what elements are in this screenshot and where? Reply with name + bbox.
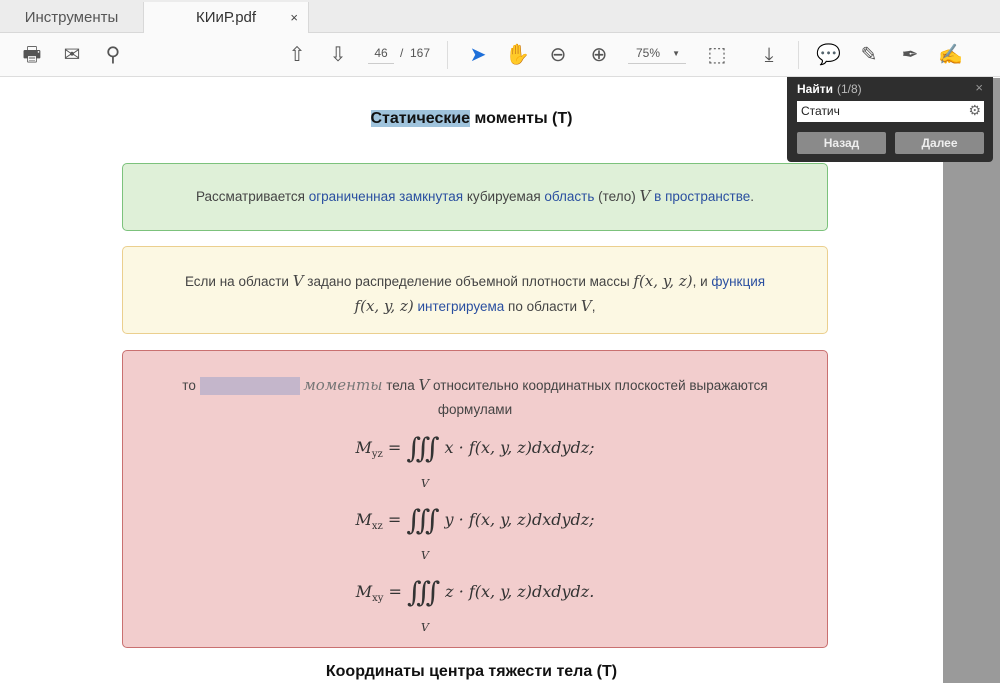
math: V bbox=[580, 297, 592, 315]
find-title: Найти bbox=[797, 82, 833, 96]
text: Если на области bbox=[184, 274, 293, 289]
rhs: y · f(x, y, z)dxdydz; bbox=[444, 510, 595, 529]
zoom-out-icon[interactable]: ⊖ bbox=[546, 43, 570, 67]
toolbar: 🖶 ✉ ⚲ ⇧ ⇩ 46 / 167 ➤ ✋ ⊖ ⊕ 75% ▼ ⬚ ⤓ 💬 ✎ … bbox=[0, 33, 1000, 77]
fit-page-icon[interactable]: ⬚ bbox=[705, 43, 729, 67]
text: по области bbox=[504, 299, 581, 314]
scroll-mode-icon[interactable]: ⤓ bbox=[757, 43, 781, 67]
highlight-icon[interactable]: ✎ bbox=[857, 43, 881, 67]
search-zoom-icon[interactable]: ⚲ bbox=[101, 43, 125, 67]
lhs: M bbox=[355, 582, 373, 601]
text: , и bbox=[692, 274, 712, 289]
formula-box: то моменты тела V относительно координат… bbox=[122, 350, 828, 648]
tab-document-label: КИиР.pdf bbox=[195, 9, 257, 26]
formula-myz: Myz = ∭ x · f(x, y, z)dxdydz; V bbox=[123, 434, 827, 494]
next-page-icon[interactable]: ⇩ bbox=[326, 43, 350, 67]
math: V bbox=[418, 376, 430, 394]
math: моменты bbox=[303, 376, 383, 394]
link[interactable]: область bbox=[544, 189, 594, 204]
text: . bbox=[750, 189, 755, 204]
find-input[interactable]: Статич ⚙ bbox=[797, 101, 984, 122]
close-icon[interactable]: × bbox=[975, 80, 983, 95]
page-total: 167 bbox=[410, 46, 431, 60]
eq: = bbox=[382, 438, 407, 457]
find-back-button[interactable]: Назад bbox=[797, 132, 886, 154]
link[interactable]: ограниченная замкнутая bbox=[309, 189, 463, 204]
eq: = bbox=[383, 582, 407, 601]
domain: V bbox=[421, 549, 429, 562]
email-icon[interactable]: ✉ bbox=[60, 43, 84, 67]
comment-icon[interactable]: 💬 bbox=[816, 43, 841, 67]
zoom-select[interactable]: 75% ▼ bbox=[628, 46, 686, 64]
find-count: (1/8) bbox=[836, 82, 862, 96]
lhs: M bbox=[355, 438, 372, 457]
domain: V bbox=[421, 621, 429, 634]
tab-bar: Инструменты КИиР.pdf × bbox=[0, 0, 1000, 34]
tab-tools[interactable]: Инструменты bbox=[0, 2, 143, 33]
condition-box: Если на области V задано распределение о… bbox=[122, 246, 828, 334]
page-separator: / bbox=[400, 46, 404, 60]
chevron-down-icon: ▼ bbox=[672, 49, 680, 58]
print-icon[interactable]: 🖶 bbox=[20, 43, 44, 67]
math: f(x, y, z) bbox=[633, 272, 693, 290]
text: формулами bbox=[437, 402, 513, 417]
hidden-term bbox=[199, 377, 300, 396]
text: кубируемая bbox=[463, 189, 545, 204]
select-cursor-icon[interactable]: ➤ bbox=[466, 43, 490, 67]
heading-rest: моменты (Т) bbox=[470, 110, 573, 127]
rhs: x · f(x, y, z)dxdydz; bbox=[444, 438, 595, 457]
triple-integral: ∭ bbox=[406, 503, 440, 537]
text: относительно координатных плоскостей выр… bbox=[429, 378, 768, 393]
page-number-input[interactable]: 46 bbox=[368, 46, 394, 64]
scroll-area[interactable] bbox=[943, 78, 1000, 683]
divider bbox=[798, 41, 799, 69]
subscript: xy bbox=[372, 593, 384, 605]
section-heading-2: Координаты центра тяжести тела (Т) bbox=[325, 663, 618, 680]
math: f(x, y, z) bbox=[354, 297, 414, 315]
subscript: xz bbox=[371, 521, 383, 533]
text: задано распределение объемной плотности … bbox=[303, 274, 634, 289]
text: тела bbox=[382, 378, 419, 393]
math: V bbox=[292, 272, 304, 290]
prev-page-icon[interactable]: ⇧ bbox=[285, 43, 309, 67]
text: то bbox=[182, 378, 196, 393]
tab-document[interactable]: КИиР.pdf × bbox=[143, 2, 309, 34]
subscript: yz bbox=[371, 449, 383, 461]
zoom-value: 75% bbox=[636, 46, 661, 60]
search-highlight: Статические bbox=[370, 110, 471, 127]
lhs: M bbox=[355, 510, 372, 529]
divider bbox=[447, 41, 448, 69]
triple-integral: ∭ bbox=[406, 431, 440, 465]
link[interactable]: интегрируема bbox=[418, 299, 505, 314]
link[interactable]: функция bbox=[711, 274, 765, 289]
eq: = bbox=[382, 510, 407, 529]
edit-pdf-icon[interactable]: ✍ bbox=[938, 43, 963, 67]
sign-icon[interactable]: ✒ bbox=[898, 43, 922, 67]
link[interactable]: в пространстве bbox=[654, 189, 750, 204]
find-next-button[interactable]: Далее bbox=[895, 132, 984, 154]
definition-box: Рассматривается ограниченная замкнутая к… bbox=[122, 163, 828, 231]
find-query: Статич bbox=[801, 104, 840, 118]
formula-mxy: Mxy = ∭ z · f(x, y, z)dxdydz. V bbox=[123, 578, 827, 638]
text: , bbox=[591, 299, 596, 314]
triple-integral: ∭ bbox=[406, 575, 441, 609]
text: (тело) bbox=[594, 189, 640, 204]
gear-icon[interactable]: ⚙ bbox=[968, 102, 981, 119]
rhs: z · f(x, y, z)dxdydz. bbox=[445, 582, 595, 601]
math: V bbox=[639, 187, 651, 205]
formula-mxz: Mxz = ∭ y · f(x, y, z)dxdydz; V bbox=[123, 506, 827, 566]
find-panel: Найти (1/8) × Статич ⚙ Назад Далее bbox=[787, 77, 993, 162]
domain: V bbox=[421, 477, 429, 490]
zoom-in-icon[interactable]: ⊕ bbox=[587, 43, 611, 67]
text: Рассматривается bbox=[195, 189, 309, 204]
hand-tool-icon[interactable]: ✋ bbox=[505, 43, 530, 67]
close-tab-icon[interactable]: × bbox=[290, 2, 298, 33]
